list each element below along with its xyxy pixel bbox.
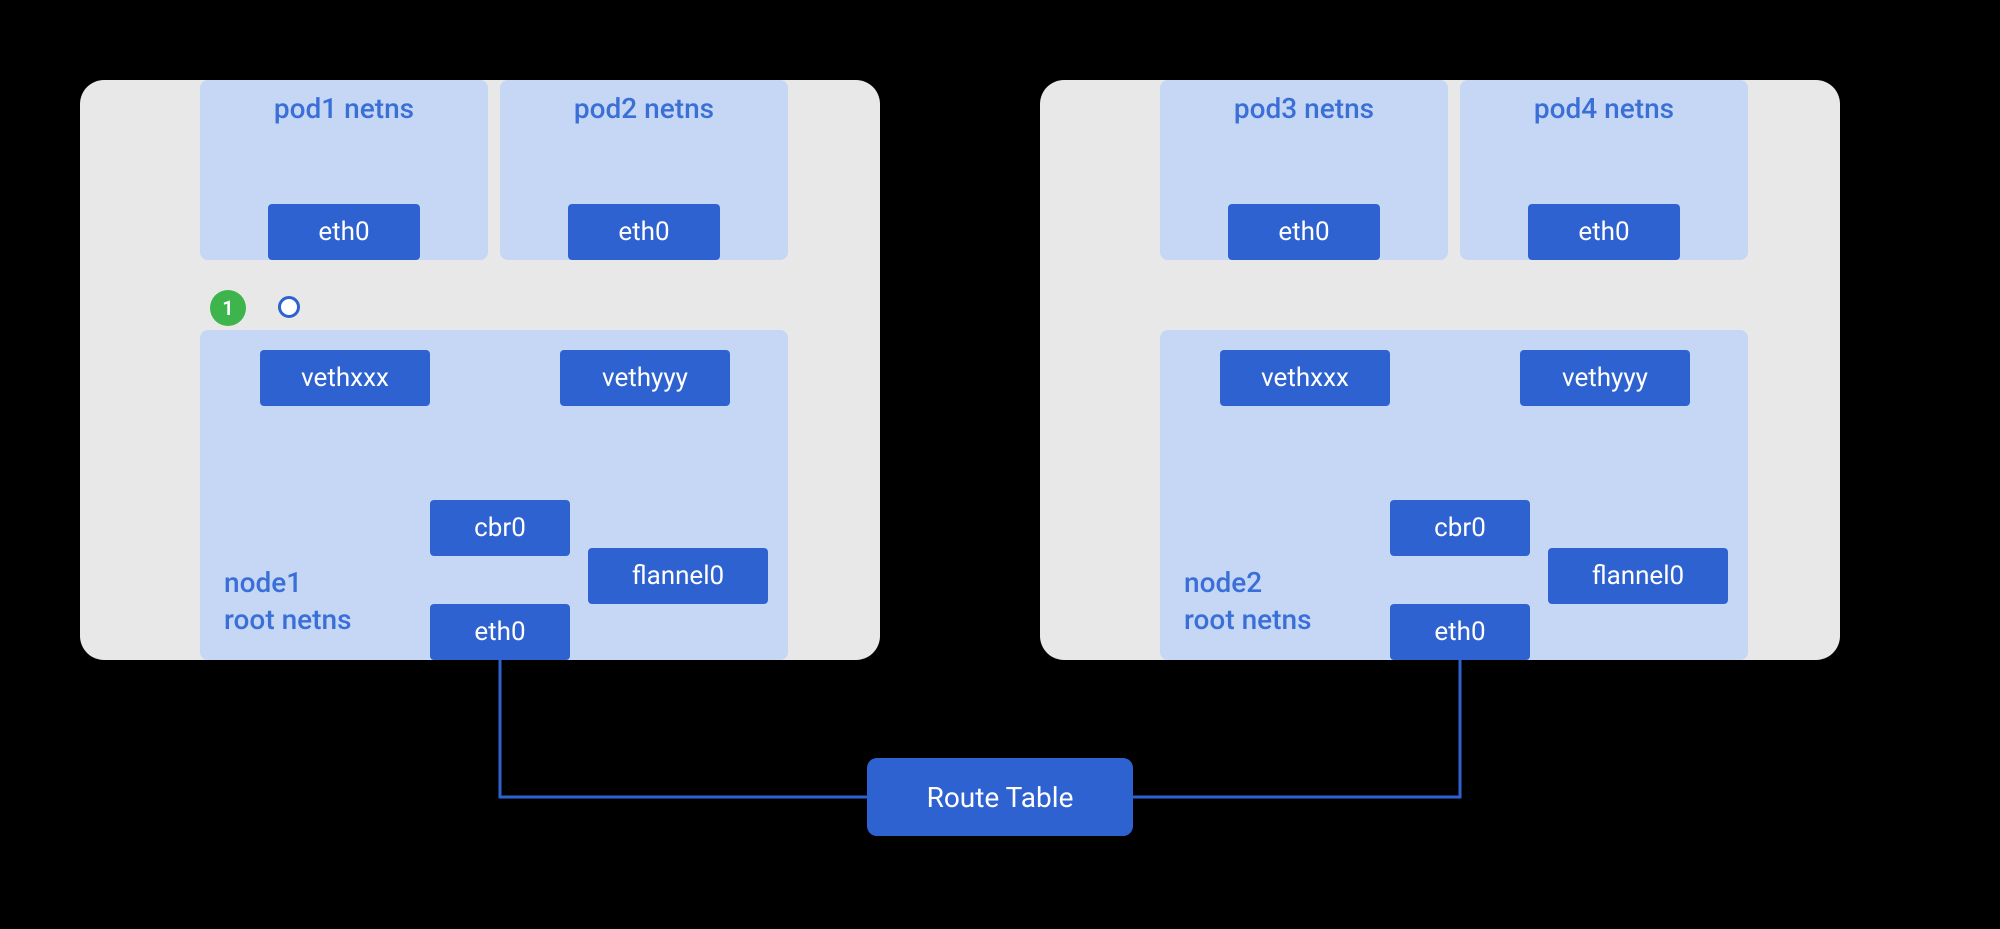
- pod2-eth0: eth0: [568, 204, 720, 260]
- annotation-badge-1: 1: [210, 290, 246, 326]
- pod4-label: pod4 netns: [1460, 92, 1748, 125]
- node1-root-netns: vethxxx vethyyy cbr0 flannel0 eth0 node1…: [200, 330, 788, 660]
- node2-vethxxx: vethxxx: [1220, 350, 1390, 406]
- pod3-netns: pod3 netns eth0: [1160, 80, 1448, 260]
- route-table: Route Table: [867, 758, 1133, 836]
- pod3-eth0: eth0: [1228, 204, 1380, 260]
- pod2-label: pod2 netns: [500, 92, 788, 125]
- node-card-1: pod1 netns eth0 pod2 netns eth0 vethxxx …: [80, 80, 880, 660]
- node1-vethxxx: vethxxx: [260, 350, 430, 406]
- network-diagram: pod1 netns eth0 pod2 netns eth0 vethxxx …: [0, 0, 2000, 929]
- node-card-2: pod3 netns eth0 pod4 netns eth0 vethxxx …: [1040, 80, 1840, 660]
- pod3-label: pod3 netns: [1160, 92, 1448, 125]
- node2-vethyyy: vethyyy: [1520, 350, 1690, 406]
- node2-root-label: node2 root netns: [1184, 565, 1312, 638]
- pod1-eth0: eth0: [268, 204, 420, 260]
- pod1-label: pod1 netns: [200, 92, 488, 125]
- node1-root-label: node1 root netns: [224, 565, 352, 638]
- pod2-netns: pod2 netns eth0: [500, 80, 788, 260]
- pod4-netns: pod4 netns eth0: [1460, 80, 1748, 260]
- node1-eth0: eth0: [430, 604, 570, 660]
- annotation-dot-icon: [278, 296, 300, 318]
- node2-root-netns: vethxxx vethyyy cbr0 flannel0 eth0 node2…: [1160, 330, 1748, 660]
- node2-cbr0: cbr0: [1390, 500, 1530, 556]
- node1-vethyyy: vethyyy: [560, 350, 730, 406]
- node2-eth0: eth0: [1390, 604, 1530, 660]
- node1-flannel0: flannel0: [588, 548, 768, 604]
- pod4-eth0: eth0: [1528, 204, 1680, 260]
- node2-flannel0: flannel0: [1548, 548, 1728, 604]
- node1-cbr0: cbr0: [430, 500, 570, 556]
- pod1-netns: pod1 netns eth0: [200, 80, 488, 260]
